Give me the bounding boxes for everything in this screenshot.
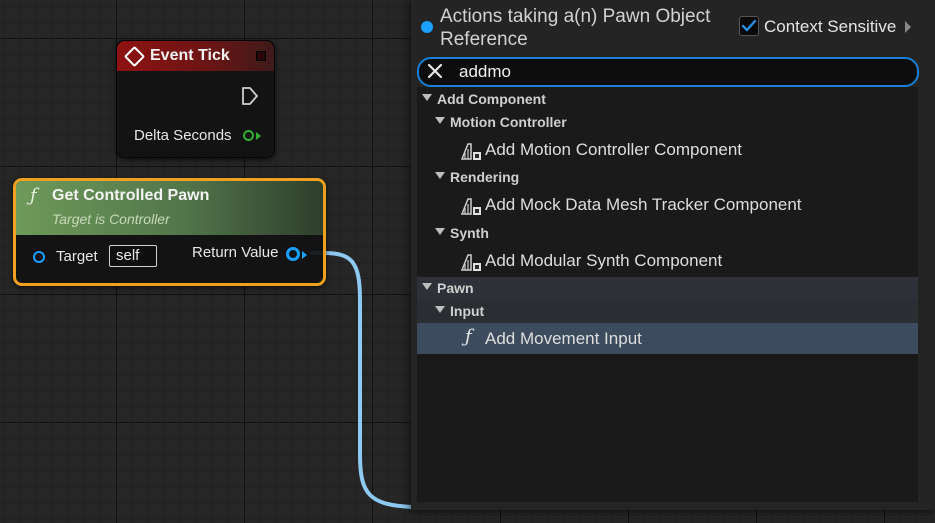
return-value-label: Return Value xyxy=(192,244,279,261)
collapse-arrow-icon[interactable] xyxy=(435,117,445,124)
subcategory-label: Synth xyxy=(450,225,489,241)
function-icon: ƒ xyxy=(465,326,472,347)
category-add-component[interactable]: Add Component xyxy=(417,88,918,110)
category-label: Pawn xyxy=(437,280,474,296)
subcategory-motion-controller[interactable]: Motion Controller xyxy=(417,111,918,133)
target-self-field[interactable]: self xyxy=(109,245,157,267)
subcategory-synth[interactable]: Synth xyxy=(417,222,918,244)
action-item-label: Add Mock Data Mesh Tracker Component xyxy=(485,195,802,214)
component-icon xyxy=(461,198,481,215)
category-label: Add Component xyxy=(437,91,546,107)
delta-seconds-pin-arrow-icon xyxy=(256,132,261,140)
search-value: addmo xyxy=(459,62,511,81)
get-controlled-pawn-subtitle: Target is Controller xyxy=(52,211,170,227)
pawn-object-pin-icon xyxy=(421,21,433,33)
action-menu-title: Actions taking a(n) Pawn Object Referenc… xyxy=(440,6,711,50)
subcategory-label: Motion Controller xyxy=(450,114,567,130)
action-item-label: Add Modular Synth Component xyxy=(485,251,723,270)
collapse-arrow-icon[interactable] xyxy=(422,94,432,101)
subcategory-rendering[interactable]: Rendering xyxy=(417,166,918,188)
expand-arrow-icon[interactable] xyxy=(905,21,911,33)
action-item-add-motion-controller-component[interactable]: Add Motion Controller Component xyxy=(417,135,918,165)
action-item-add-mock-data-mesh-tracker-component[interactable]: Add Mock Data Mesh Tracker Component xyxy=(417,190,918,220)
subcategory-label: Rendering xyxy=(450,169,520,185)
clear-search-icon[interactable] xyxy=(426,62,444,80)
event-delegate-pin-icon[interactable] xyxy=(256,51,266,61)
collapse-arrow-icon[interactable] xyxy=(422,283,432,290)
component-icon xyxy=(461,143,481,160)
action-item-label: Add Motion Controller Component xyxy=(485,140,743,159)
get-controlled-pawn-node[interactable]: ƒ Get Controlled Pawn Target is Controll… xyxy=(13,178,326,286)
action-item-label: Add Movement Input xyxy=(485,329,642,348)
return-value-pin-arrow-icon xyxy=(302,251,307,259)
subcategory-label: Input xyxy=(450,303,485,319)
event-diamond-icon xyxy=(123,45,146,67)
action-item-add-movement-input[interactable]: ƒ Add Movement Input xyxy=(417,323,918,354)
action-item-add-modular-synth-component[interactable]: Add Modular Synth Component xyxy=(417,246,918,276)
event-tick-title: Event Tick xyxy=(150,47,230,64)
collapse-arrow-icon[interactable] xyxy=(435,228,445,235)
delta-seconds-label: Delta Seconds xyxy=(134,127,232,144)
category-pawn[interactable]: Pawn xyxy=(417,277,918,300)
return-value-pin[interactable] xyxy=(286,247,300,261)
delta-seconds-pin[interactable] xyxy=(243,130,254,141)
target-pin[interactable] xyxy=(33,251,45,263)
subcategory-input[interactable]: Input xyxy=(417,300,918,323)
collapse-arrow-icon[interactable] xyxy=(435,172,445,179)
search-input[interactable]: addmo xyxy=(417,57,919,87)
context-sensitive-label: Context Sensitive xyxy=(764,17,897,36)
target-label: Target xyxy=(56,248,98,265)
component-icon xyxy=(461,254,481,271)
exec-out-pin-icon[interactable] xyxy=(241,86,259,106)
get-controlled-pawn-header[interactable]: ƒ Get Controlled Pawn Target is Controll… xyxy=(16,181,323,235)
event-tick-header[interactable]: Event Tick xyxy=(117,41,274,71)
collapse-arrow-icon[interactable] xyxy=(435,306,445,313)
function-icon: ƒ xyxy=(30,185,37,206)
event-tick-node[interactable]: Event Tick Delta Seconds xyxy=(116,40,275,158)
context-sensitive-checkbox[interactable] xyxy=(739,16,759,36)
action-list[interactable]: Add Component Motion Controller Add Moti… xyxy=(417,87,918,502)
action-menu-panel[interactable]: Actions taking a(n) Pawn Object Referenc… xyxy=(411,0,935,510)
check-icon xyxy=(741,19,757,32)
get-controlled-pawn-title: Get Controlled Pawn xyxy=(52,187,210,204)
